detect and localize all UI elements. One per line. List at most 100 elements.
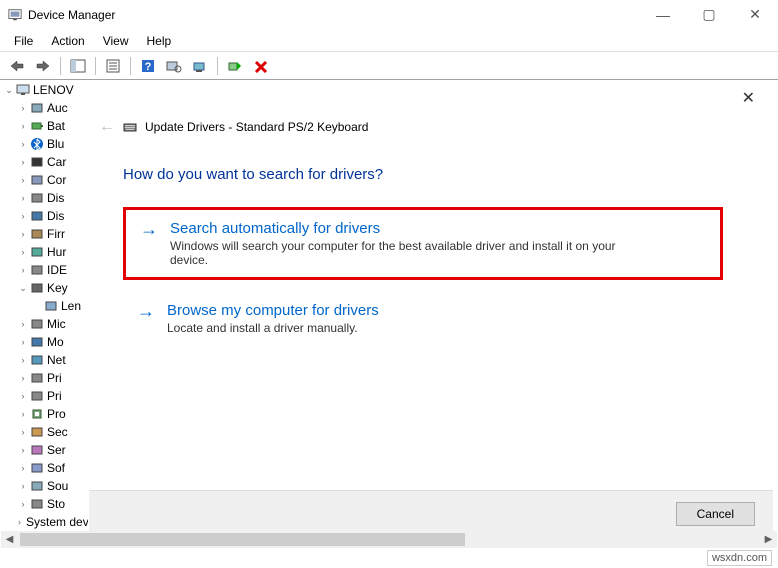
scroll-track[interactable]	[18, 531, 760, 548]
tree-root[interactable]: ⌄ LENOV	[0, 81, 90, 99]
tree-item[interactable]: › Firr	[0, 225, 90, 243]
tree-item[interactable]: ›Net	[0, 351, 90, 369]
menu-file[interactable]: File	[6, 32, 41, 50]
tree-item-label: Hur	[47, 245, 66, 259]
tree-item[interactable]: ›Auc	[0, 99, 90, 117]
svg-text:?: ?	[145, 61, 152, 73]
body: ⌄ LENOV ›Auc›Bat›Blu›Car›Cor›Dis›Dis›Fir…	[0, 80, 778, 546]
tree-item[interactable]: › Ser	[0, 441, 90, 459]
maximize-button[interactable]: ▢	[686, 0, 732, 30]
tree-item[interactable]: › Blu	[0, 135, 90, 153]
tree-item[interactable]: ›System devices	[0, 513, 90, 531]
expand-icon[interactable]: ›	[18, 463, 28, 473]
option-title: Browse my computer for drivers	[167, 302, 379, 319]
expand-icon[interactable]: ›	[18, 319, 28, 329]
expand-icon[interactable]: ⌄	[18, 283, 28, 293]
tree-root-label: LENOV	[33, 83, 74, 97]
expand-icon[interactable]: ›	[18, 391, 28, 401]
tree-item-label: Mo	[47, 335, 64, 349]
expand-icon[interactable]: ›	[18, 481, 28, 491]
computer-icon	[16, 83, 30, 97]
expand-icon[interactable]: ›	[18, 427, 28, 437]
tree-item-label: IDE	[47, 263, 67, 277]
tree-item[interactable]: › Bat	[0, 117, 90, 135]
dialog-close-button[interactable]: ✕	[742, 88, 755, 108]
titlebar: Device Manager — ▢ ✕	[0, 0, 778, 30]
back-button[interactable]	[6, 55, 28, 77]
tree-item[interactable]: ›Pro	[0, 405, 90, 423]
expand-icon[interactable]: ›	[18, 193, 28, 203]
tree-item[interactable]: › Sec	[0, 423, 90, 441]
tree-item-label: Blu	[47, 137, 64, 151]
tree-item[interactable]: ›Dis	[0, 207, 90, 225]
option-browse-computer[interactable]: → Browse my computer for drivers Locate …	[123, 292, 723, 345]
expand-icon[interactable]: ›	[18, 139, 28, 149]
tree-item[interactable]: ⌄Key	[0, 279, 90, 297]
help-button[interactable]: ?	[137, 55, 159, 77]
tree-item-label: Ser	[47, 443, 66, 457]
device-manager-icon	[8, 8, 22, 22]
tree-item[interactable]: ›Pri	[0, 387, 90, 405]
expand-icon[interactable]: ›	[18, 247, 28, 257]
tree-item-label: Sto	[47, 497, 65, 511]
option-title: Search automatically for drivers	[170, 220, 620, 237]
scan-hardware-button[interactable]	[163, 55, 185, 77]
expand-icon[interactable]: ›	[18, 229, 28, 239]
dialog-title: Update Drivers - Standard PS/2 Keyboard	[145, 120, 368, 134]
expand-icon[interactable]: ›	[18, 355, 28, 365]
expand-icon[interactable]: ›	[18, 211, 28, 221]
scroll-thumb[interactable]	[20, 533, 465, 546]
dialog-question: How do you want to search for drivers?	[123, 166, 773, 183]
tree-item-label: Bat	[47, 119, 65, 133]
menu-help[interactable]: Help	[139, 32, 180, 50]
close-button[interactable]: ✕	[732, 0, 778, 30]
arrow-right-icon: →	[137, 302, 155, 335]
tree-item-label: Sof	[47, 461, 65, 475]
forward-button[interactable]	[32, 55, 54, 77]
show-hide-tree-button[interactable]	[67, 55, 89, 77]
scroll-right-button[interactable]: ▶	[760, 531, 777, 548]
option-search-automatically[interactable]: → Search automatically for drivers Windo…	[123, 207, 723, 280]
tree-item[interactable]: › Car	[0, 153, 90, 171]
expand-icon[interactable]: ›	[18, 517, 21, 527]
tree-item[interactable]: › Sto	[0, 495, 90, 513]
tree-item[interactable]: › Hur	[0, 243, 90, 261]
menu-action[interactable]: Action	[43, 32, 92, 50]
minimize-button[interactable]: —	[640, 0, 686, 30]
expand-icon[interactable]: ›	[18, 409, 28, 419]
expand-icon[interactable]: ›	[18, 373, 28, 383]
tree-item[interactable]: ›Cor	[0, 171, 90, 189]
expand-icon[interactable]: ›	[18, 175, 28, 185]
expand-icon[interactable]: ›	[18, 121, 28, 131]
expand-icon[interactable]: ›	[18, 499, 28, 509]
tree-item[interactable]: › IDE	[0, 261, 90, 279]
device-tree[interactable]: ⌄ LENOV ›Auc›Bat›Blu›Car›Cor›Dis›Dis›Fir…	[0, 80, 90, 546]
menu-view[interactable]: View	[95, 32, 137, 50]
tree-item-label: Car	[47, 155, 66, 169]
expand-icon[interactable]: ⌄	[4, 85, 14, 95]
cancel-button[interactable]: Cancel	[676, 502, 755, 526]
expand-icon[interactable]: ›	[18, 337, 28, 347]
tree-item-label: Sec	[47, 425, 68, 439]
properties-button[interactable]	[102, 55, 124, 77]
uninstall-device-button[interactable]	[250, 55, 272, 77]
tree-item[interactable]: Len	[0, 297, 90, 315]
enable-device-button[interactable]	[224, 55, 246, 77]
update-driver-button[interactable]	[189, 55, 211, 77]
tree-item[interactable]: › Sou	[0, 477, 90, 495]
expand-icon[interactable]: ›	[18, 445, 28, 455]
expand-icon[interactable]: ›	[18, 157, 28, 167]
tree-item[interactable]: › Dis	[0, 189, 90, 207]
tree-item-label: Dis	[47, 191, 64, 205]
tree-item-label: Sou	[47, 479, 68, 493]
horizontal-scrollbar[interactable]: ◀ ▶	[1, 531, 777, 548]
tree-item[interactable]: ›Pri	[0, 369, 90, 387]
dialog-header: ← Update Drivers - Standard PS/2 Keyboar…	[89, 80, 773, 136]
tree-item[interactable]: ›Mic	[0, 315, 90, 333]
tree-item-label: Firr	[47, 227, 65, 241]
expand-icon[interactable]: ›	[18, 265, 28, 275]
expand-icon[interactable]: ›	[18, 103, 28, 113]
tree-item[interactable]: › Sof	[0, 459, 90, 477]
tree-item[interactable]: › Mo	[0, 333, 90, 351]
scroll-left-button[interactable]: ◀	[1, 531, 18, 548]
